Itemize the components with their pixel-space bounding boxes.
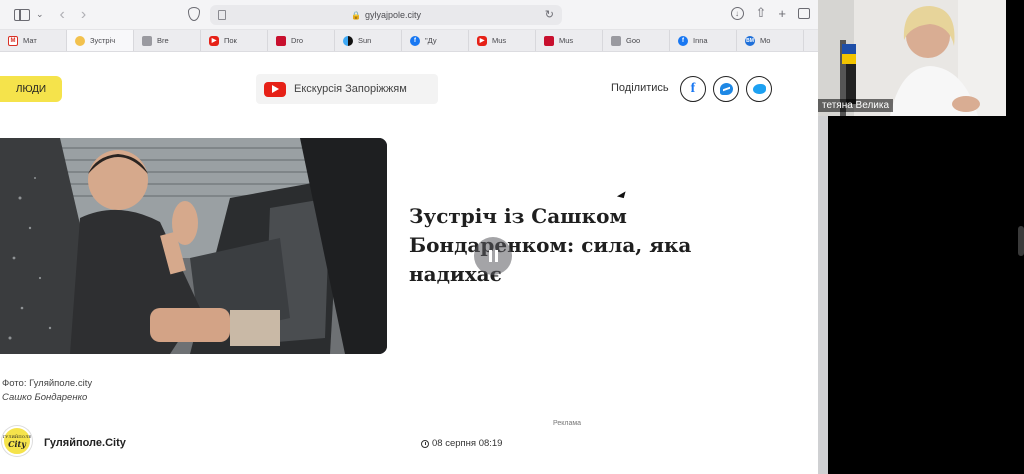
tab-item[interactable]: BM Mo [737,30,804,51]
tab-overview-icon[interactable] [798,7,810,19]
tab-item-active[interactable]: Зустріч [67,30,134,51]
participant-name-tag: тетяна Велика [818,99,894,112]
sidebar-icon [14,8,30,21]
facebook-icon: f [410,35,420,46]
ad-label: Реклама [553,420,582,427]
sidebar-toggle-button[interactable] [8,5,30,25]
mo-icon: BM [745,35,755,46]
lock-icon: 🔒 [351,10,361,20]
red-icon [544,35,554,46]
browser-toolbar: ⌄ ‹ › 🔒 gylyajpole.city ↻ ↓ ⇧ + [0,0,818,30]
youtube-icon: ▶ [477,35,487,46]
browser-window: ⌄ ‹ › 🔒 gylyajpole.city ↻ ↓ ⇧ + M Мат Зус… [0,0,818,474]
tab-item[interactable]: Sun [335,30,402,51]
tour-label: Екскурсія Запоріжжям [294,83,407,95]
tab-label: Мат [23,36,37,45]
tab-label: Зустріч [90,36,116,45]
tab-item[interactable]: Goo [603,30,670,51]
new-tab-icon[interactable]: + [778,6,786,21]
tab-item[interactable]: M Мат [0,30,67,51]
tab-bar: M Мат Зустріч Bre ▶ Пок Dro Sun f "Ду ▶ Mus … [0,30,818,52]
tab-label: Sun [358,36,372,45]
tab-label: Mus [492,36,507,45]
tab-item[interactable]: Bre [134,30,201,51]
share-facebook-button[interactable]: f [680,76,706,102]
tour-video-button[interactable]: Екскурсія Запоріжжям [256,74,438,104]
date-text: 08 серпня 08:19 [432,438,503,449]
facebook-icon: f [690,81,696,96]
download-icon[interactable]: ↓ [730,6,744,20]
url-text: gylyajpole.city [364,10,421,20]
hero-photo-illustration [0,138,387,354]
share-icon[interactable]: ⇧ [756,5,767,21]
tab-label: Goo [626,36,641,45]
site-logo[interactable]: ГУЛЯЙПОЛЕ City [2,426,32,456]
tab-label: Dro [291,36,304,45]
share-twitter-button[interactable] [746,76,772,102]
gmail-icon: M [8,35,18,46]
messenger-icon [719,83,733,95]
publish-date: 08 серпня 08:19 [421,438,502,449]
site-icon [75,35,85,46]
mouse-cursor-icon [616,191,629,201]
sun-icon [343,35,353,46]
tab-label: Mus [559,36,574,45]
screen: ⌄ ‹ › 🔒 gylyajpole.city ↻ ↓ ⇧ + M Мат Зус… [0,0,1024,474]
photo-subject: Сашко Бондаренко [2,392,88,403]
back-button[interactable]: ‹ [60,5,65,25]
tab-item[interactable]: f Inna [670,30,737,51]
twitter-icon [752,84,766,94]
share-label: Поділитись [611,82,669,94]
address-bar[interactable]: 🔒 gylyajpole.city ↻ [210,5,562,25]
pause-button[interactable] [474,237,512,275]
red-icon [276,35,286,46]
clock-icon [421,439,429,448]
toolbar-actions: ↓ ⇧ + [730,5,810,21]
share-messenger-button[interactable] [713,76,739,102]
article-page: ЛЮДИ Екскурсія Запоріжжям Поділитись f З… [0,52,818,474]
chevron-down-icon[interactable]: ⌄ [36,5,44,25]
generic-icon [142,35,152,46]
page-icon [218,10,226,20]
tab-item[interactable]: ▶ Mus [469,30,536,51]
tab-item[interactable]: Mus [536,30,603,51]
logo-text: City [8,438,26,449]
pause-icon [488,250,492,262]
forward-button[interactable]: › [81,5,86,25]
photo-credit: Фото: Гуляйполе.city [2,378,93,389]
tab-label: "Ду [425,36,437,45]
facebook-icon: f [678,35,688,46]
tab-item[interactable]: Dro [268,30,335,51]
tab-label: Inna [693,36,708,45]
youtube-icon: ▶ [209,35,219,46]
article-headline: Зустріч із Сашком Бондаренком: сила, яка… [409,204,692,286]
tab-label: Mo [760,36,771,45]
tab-label: Bre [157,36,169,45]
youtube-icon [264,81,286,97]
tab-item[interactable]: ▶ Пок [201,30,268,51]
privacy-shield-icon[interactable] [188,7,200,21]
panel-resize-handle[interactable] [1018,226,1024,256]
tab-item[interactable]: f "Ду [402,30,469,51]
generic-icon [611,35,621,46]
reload-icon[interactable]: ↻ [545,8,554,21]
tab-label: Пок [224,36,237,45]
site-name[interactable]: Гуляйполе.City [44,437,126,449]
hero-photo [0,138,387,354]
people-category-button[interactable]: ЛЮДИ [0,76,62,102]
pause-icon [494,250,498,262]
